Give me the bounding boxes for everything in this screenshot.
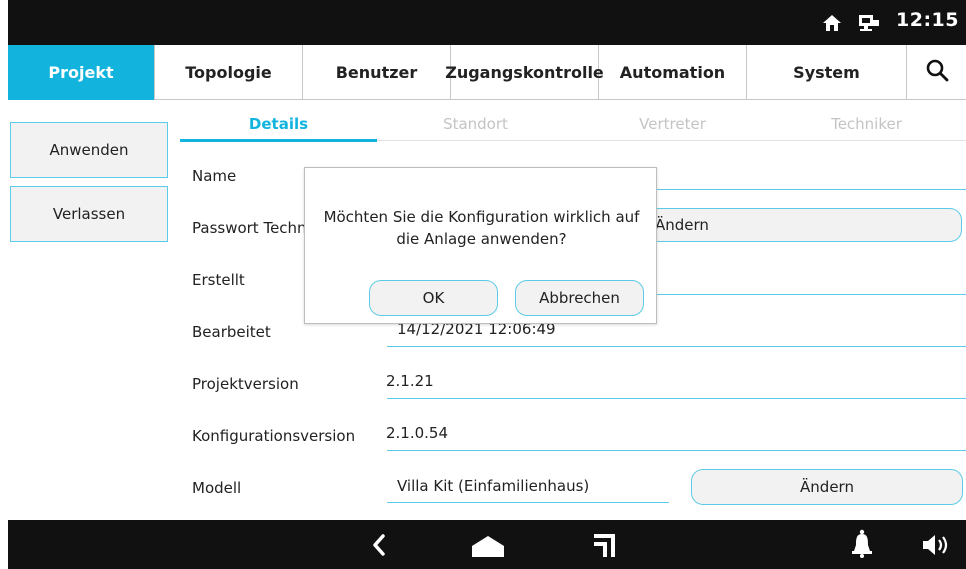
cancel-button[interactable]: Abbrechen (515, 280, 644, 316)
tab-system[interactable]: System (747, 45, 907, 100)
ok-button-label: OK (422, 289, 445, 307)
name-label: Name (192, 167, 237, 185)
project-version-field (387, 398, 966, 399)
config-version-field (387, 450, 966, 451)
subtab-label: Standort (443, 115, 508, 133)
home-icon[interactable] (470, 534, 506, 562)
tab-label: Zugangskontrolle (445, 63, 604, 82)
app-screen: 12:15 Projekt Topologie Benutzer Zugangs… (0, 0, 966, 569)
bell-icon[interactable] (851, 529, 873, 563)
change-model-button[interactable]: Ändern (691, 469, 963, 505)
back-icon[interactable] (371, 534, 387, 560)
model-label: Modell (192, 479, 242, 497)
bottom-bar (8, 520, 966, 569)
recent-apps-icon[interactable] (591, 531, 617, 563)
subtab-techniker[interactable]: Techniker (768, 115, 965, 133)
clock: 12:15 (896, 9, 959, 31)
edited-field (387, 346, 966, 347)
tab-label: Projekt (48, 63, 114, 82)
dialog-message: Möchten Sie die Konfiguration wirklich a… (323, 208, 640, 248)
tab-label: Automation (619, 63, 726, 82)
main-nav: Projekt Topologie Benutzer Zugangskontro… (8, 45, 966, 100)
password-label: Passwort Techn (192, 219, 307, 237)
subtab-label: Techniker (831, 115, 902, 133)
speaker-icon[interactable] (921, 534, 955, 560)
subtab-details[interactable]: Details (180, 115, 377, 133)
exit-button-label: Verlassen (52, 205, 126, 223)
change-model-label: Ändern (800, 478, 854, 496)
tab-label: System (793, 63, 860, 82)
model-field (387, 502, 669, 503)
subtab-label: Vertreter (639, 115, 706, 133)
ok-button[interactable]: OK (369, 280, 498, 316)
config-version-label: Konfigurationsversion (192, 427, 356, 445)
home-icon (822, 14, 842, 32)
name-field[interactable] (656, 189, 966, 190)
cancel-button-label: Abbrechen (539, 289, 620, 307)
subtab-label: Details (248, 115, 309, 133)
config-version-value: 2.1.0.54 (386, 424, 449, 442)
search-button[interactable] (907, 45, 966, 99)
change-password-label: Ändern (655, 216, 709, 234)
project-version-label: Projektversion (192, 375, 299, 393)
model-value: Villa Kit (Einfamilienhaus) (397, 477, 590, 495)
subtab-standort[interactable]: Standort (377, 115, 574, 133)
tab-automation[interactable]: Automation (599, 45, 747, 100)
search-icon (925, 58, 949, 86)
confirm-dialog: Möchten Sie die Konfiguration wirklich a… (304, 167, 657, 324)
tab-benutzer[interactable]: Benutzer (303, 45, 451, 100)
status-bar: 12:15 (8, 0, 966, 45)
screen-edge (0, 0, 8, 569)
subtab-vertreter[interactable]: Vertreter (574, 115, 771, 133)
edited-label: Bearbeitet (192, 323, 271, 341)
subtab-divider (377, 140, 966, 141)
apply-button[interactable]: Anwenden (10, 122, 168, 178)
tab-label: Benutzer (335, 63, 418, 82)
change-password-button[interactable]: Ändern (640, 208, 962, 242)
tab-zugangskontrolle[interactable]: Zugangskontrolle (445, 45, 604, 100)
project-version-value: 2.1.21 (386, 372, 434, 390)
active-subtab-indicator (180, 139, 377, 142)
tab-projekt[interactable]: Projekt (8, 45, 155, 100)
created-field (656, 294, 966, 295)
exit-button[interactable]: Verlassen (10, 186, 168, 242)
created-label: Erstellt (192, 271, 245, 289)
tab-topologie[interactable]: Topologie (155, 45, 303, 100)
apply-button-label: Anwenden (49, 141, 129, 159)
tab-label: Topologie (185, 63, 272, 82)
network-icon (858, 14, 879, 32)
